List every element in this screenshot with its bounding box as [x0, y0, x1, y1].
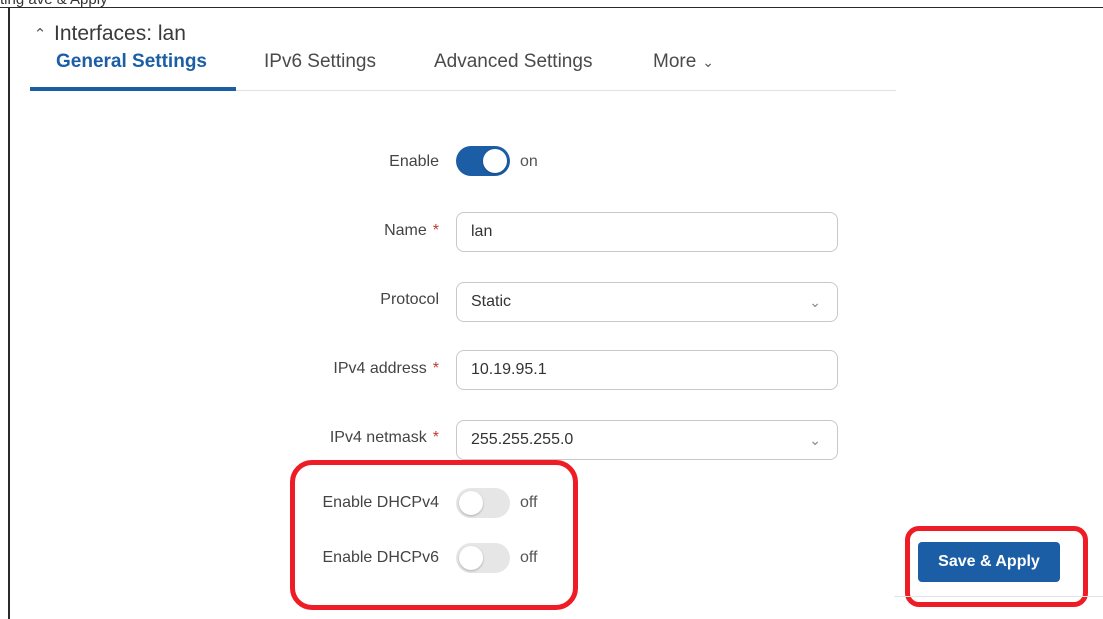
ipv4-address-label: IPv4 address *	[333, 360, 439, 378]
protocol-select[interactable]: Static ⌄	[456, 282, 838, 322]
chevron-down-icon: ⌄	[702, 54, 715, 70]
required-marker: *	[432, 222, 439, 239]
tab-label: More	[653, 51, 697, 72]
tab-ipv6-settings[interactable]: IPv6 Settings	[264, 52, 376, 90]
tab-label: IPv6 Settings	[264, 51, 376, 72]
tab-bar: General Settings IPv6 Settings Advanced …	[30, 52, 896, 91]
protocol-label: Protocol	[380, 291, 439, 309]
required-marker: *	[432, 429, 439, 446]
footer-divider	[894, 596, 1103, 597]
enable-toggle[interactable]	[456, 146, 510, 176]
tab-general-settings[interactable]: General Settings	[56, 52, 207, 90]
page-title: Interfaces: lan	[54, 22, 186, 45]
chevron-down-icon: ⌄	[809, 432, 821, 448]
toggle-knob	[483, 149, 507, 173]
section-header[interactable]: ⌃ Interfaces: lan	[32, 22, 186, 46]
ipv4-netmask-select[interactable]: 255.255.255.0 ⌄	[456, 420, 838, 460]
name-label: Name *	[384, 222, 439, 240]
cropped-header-strip: ting ave & Apply	[0, 0, 1103, 8]
tab-label: Advanced Settings	[434, 51, 593, 72]
chevron-up-icon[interactable]: ⌃	[32, 25, 48, 43]
name-label-text: Name	[384, 222, 427, 239]
dhcp-highlight-box	[290, 460, 578, 610]
ipv4-address-input[interactable]	[456, 350, 838, 390]
enable-state-text: on	[520, 153, 538, 170]
ipv4-netmask-label-text: IPv4 netmask	[329, 429, 427, 446]
chevron-down-icon: ⌄	[809, 294, 821, 310]
required-marker: *	[432, 360, 439, 377]
active-tab-indicator	[30, 87, 236, 91]
ipv4-netmask-label: IPv4 netmask *	[330, 429, 439, 447]
tab-more[interactable]: More ⌄	[653, 52, 714, 90]
save-apply-button[interactable]: Save & Apply	[918, 542, 1060, 582]
ipv4-address-label-text: IPv4 address	[333, 360, 427, 377]
protocol-value: Static	[471, 293, 512, 310]
tab-label: General Settings	[56, 51, 207, 72]
protocol-label-text: Protocol	[380, 291, 439, 308]
name-input[interactable]	[456, 212, 838, 252]
enable-label-text: Enable	[389, 153, 439, 170]
ipv4-netmask-value: 255.255.255.0	[471, 431, 574, 448]
enable-label: Enable	[389, 153, 439, 171]
tab-advanced-settings[interactable]: Advanced Settings	[434, 52, 592, 90]
